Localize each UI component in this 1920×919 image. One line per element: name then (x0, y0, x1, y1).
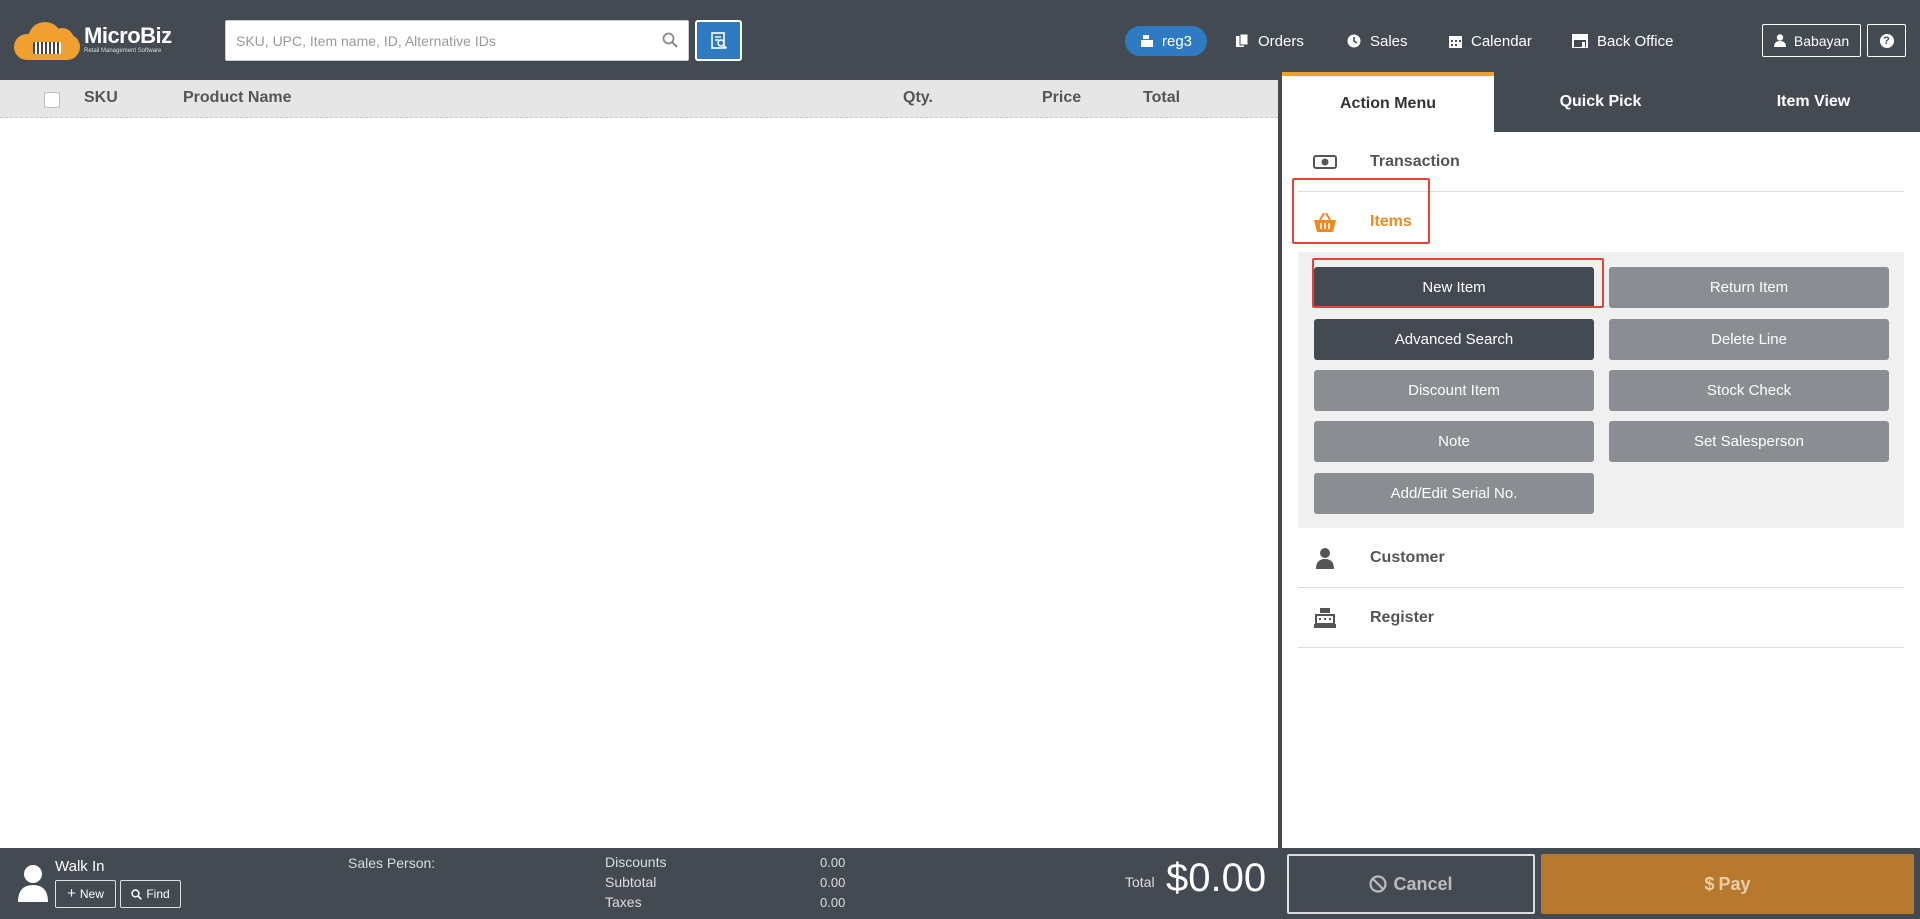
taxes-label: Taxes (605, 894, 642, 910)
section-customer-label: Customer (1370, 548, 1445, 566)
customer-name[interactable]: Walk In (55, 858, 104, 875)
advanced-search-action-button[interactable]: Advanced Search (1314, 319, 1594, 360)
total-amount: $0.00 (1166, 856, 1267, 900)
search-icon[interactable] (662, 32, 678, 48)
nav-sales[interactable]: Sales (1347, 26, 1408, 56)
user-name: Babayan (1793, 32, 1850, 49)
col-product-name[interactable]: Product Name (183, 89, 291, 107)
nav-back-office-label: Back Office (1597, 32, 1674, 50)
action-menu-panel: Transaction Items New Item Return Item A… (1282, 132, 1920, 848)
salesperson-label[interactable]: Sales Person: (348, 855, 435, 871)
register-label: reg3 (1161, 32, 1193, 50)
nav-back-office[interactable]: Back Office (1572, 26, 1673, 56)
cash-register-icon (1140, 35, 1153, 47)
col-price[interactable]: Price (1042, 89, 1081, 107)
pay-label: Pay (1718, 873, 1751, 894)
select-all-checkbox[interactable] (44, 92, 60, 108)
help-icon: ? (1879, 33, 1894, 48)
col-qty[interactable]: Qty. (903, 89, 933, 107)
help-button[interactable]: ? (1867, 24, 1906, 57)
cart-table-header: SKU Product Name Qty. Price Total (0, 80, 1278, 118)
new-customer-label: New (79, 887, 104, 901)
nav-orders[interactable]: Orders (1236, 26, 1304, 56)
register-badge[interactable]: reg3 (1125, 26, 1207, 56)
col-total[interactable]: Total (1143, 89, 1180, 107)
col-sku[interactable]: SKU (84, 89, 118, 107)
search-icon (131, 888, 143, 900)
pay-button[interactable]: $ Pay (1541, 854, 1914, 914)
tab-quick-pick[interactable]: Quick Pick (1494, 72, 1707, 132)
section-transaction-label: Transaction (1370, 152, 1460, 170)
document-search-icon (710, 31, 727, 49)
search-box (225, 20, 689, 61)
discounts-value: 0.00 (820, 855, 846, 870)
total-label: Total (1125, 874, 1155, 890)
user-menu-button[interactable]: Babayan (1762, 24, 1861, 57)
calendar-icon (1449, 36, 1462, 48)
user-icon (1773, 34, 1786, 47)
taxes-value: 0.00 (820, 895, 846, 910)
stock-check-button[interactable]: Stock Check (1609, 370, 1889, 411)
subtotal-value: 0.00 (820, 875, 846, 890)
find-customer-button[interactable]: Find (120, 880, 181, 908)
nav-calendar-label: Calendar (1471, 32, 1532, 50)
orders-icon (1236, 34, 1249, 47)
nav-sales-label: Sales (1370, 32, 1408, 50)
delete-line-button[interactable]: Delete Line (1609, 319, 1889, 360)
search-input[interactable] (226, 21, 646, 60)
discount-item-button[interactable]: Discount Item (1314, 370, 1594, 411)
logo-name: MicroBiz (84, 23, 172, 48)
find-customer-label: Find (146, 887, 170, 901)
ban-icon (1369, 875, 1388, 893)
cancel-label: Cancel (1393, 873, 1453, 894)
return-item-button[interactable]: Return Item (1609, 267, 1889, 308)
advanced-search-button[interactable] (695, 20, 742, 61)
dollar-icon: $ (1704, 873, 1715, 894)
set-salesperson-button[interactable]: Set Salesperson (1609, 421, 1889, 462)
sales-icon (1347, 34, 1361, 48)
store-icon (1572, 34, 1588, 48)
add-edit-serial-button[interactable]: Add/Edit Serial No. (1314, 473, 1594, 514)
cash-register-icon (1314, 607, 1336, 628)
new-customer-button[interactable]: + New (55, 880, 116, 908)
plus-icon: + (67, 885, 76, 902)
cart-table-body (0, 118, 1278, 848)
discounts-label: Discounts (605, 854, 667, 870)
person-icon (1316, 547, 1334, 569)
nav-orders-label: Orders (1258, 32, 1304, 50)
checkout-footer: Walk In + New Find Sales Person: Discoun… (0, 848, 1920, 919)
nav-calendar[interactable]: Calendar (1449, 26, 1532, 56)
new-item-highlight-box (1312, 258, 1604, 308)
section-customer[interactable]: Customer (1298, 528, 1904, 588)
cloud-barcode-icon (14, 20, 80, 60)
tab-item-view[interactable]: Item View (1707, 72, 1920, 132)
note-button[interactable]: Note (1314, 421, 1594, 462)
right-panel-tabs: Action Menu Quick Pick Item View (1282, 72, 1920, 132)
logo-tagline: Retail Management Software (84, 48, 162, 54)
subtotal-label: Subtotal (605, 874, 657, 890)
top-bar: MicroBiz Retail Management Software reg3… (0, 0, 1920, 80)
customer-avatar-icon (18, 865, 48, 902)
section-register-label: Register (1370, 608, 1435, 626)
tab-action-menu[interactable]: Action Menu (1282, 72, 1494, 132)
items-highlight-box (1292, 178, 1430, 244)
money-icon (1313, 154, 1337, 169)
cancel-button[interactable]: Cancel (1287, 854, 1535, 914)
microbiz-logo[interactable]: MicroBiz Retail Management Software (14, 20, 172, 60)
section-register[interactable]: Register (1298, 588, 1904, 648)
